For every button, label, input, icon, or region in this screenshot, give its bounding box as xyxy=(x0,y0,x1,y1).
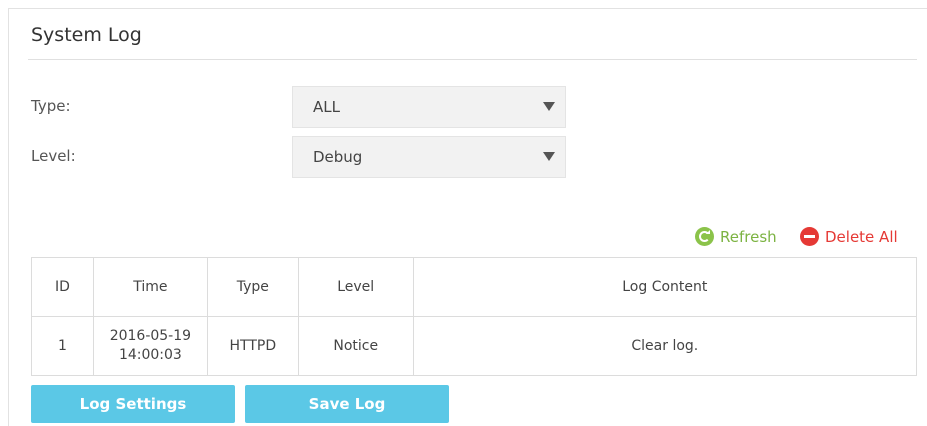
log-settings-button[interactable]: Log Settings xyxy=(31,385,235,423)
table-row: 1 2016-05-19 14:00:03 HTTPD Notice Clear… xyxy=(31,316,918,376)
table-header-row: ID Time Type Level Log Content xyxy=(31,257,918,317)
delete-all-button[interactable]: Delete All xyxy=(800,227,898,246)
caret-down-icon xyxy=(543,102,555,111)
header-id: ID xyxy=(31,257,94,317)
level-select-value: Debug xyxy=(313,148,363,166)
type-select-value: ALL xyxy=(313,98,340,116)
cell-log-content: Clear log. xyxy=(412,316,918,376)
delete-all-label: Delete All xyxy=(825,227,898,246)
log-table: ID Time Type Level Log Content 1 2016-05… xyxy=(31,257,918,376)
caret-down-icon xyxy=(543,152,555,161)
cell-type: HTTPD xyxy=(206,316,299,376)
title-divider xyxy=(28,59,917,60)
refresh-label: Refresh xyxy=(720,227,777,246)
level-label: Level: xyxy=(31,147,76,165)
header-log-content: Log Content xyxy=(412,257,918,317)
cell-time-date: 2016-05-19 xyxy=(109,328,192,344)
cell-time: 2016-05-19 14:00:03 xyxy=(92,316,208,376)
refresh-icon xyxy=(695,227,714,246)
header-type: Type xyxy=(206,257,299,317)
cell-level: Notice xyxy=(297,316,414,376)
cell-time-clock: 14:00:03 xyxy=(118,347,182,363)
refresh-button[interactable]: Refresh xyxy=(695,227,777,246)
type-label: Type: xyxy=(31,97,71,115)
level-select[interactable]: Debug xyxy=(292,136,566,178)
header-level: Level xyxy=(297,257,414,317)
save-log-button[interactable]: Save Log xyxy=(245,385,449,423)
minus-circle-icon xyxy=(800,227,819,246)
type-select[interactable]: ALL xyxy=(292,86,566,128)
cell-id: 1 xyxy=(31,316,94,376)
header-time: Time xyxy=(92,257,208,317)
page-title: System Log xyxy=(31,24,142,46)
